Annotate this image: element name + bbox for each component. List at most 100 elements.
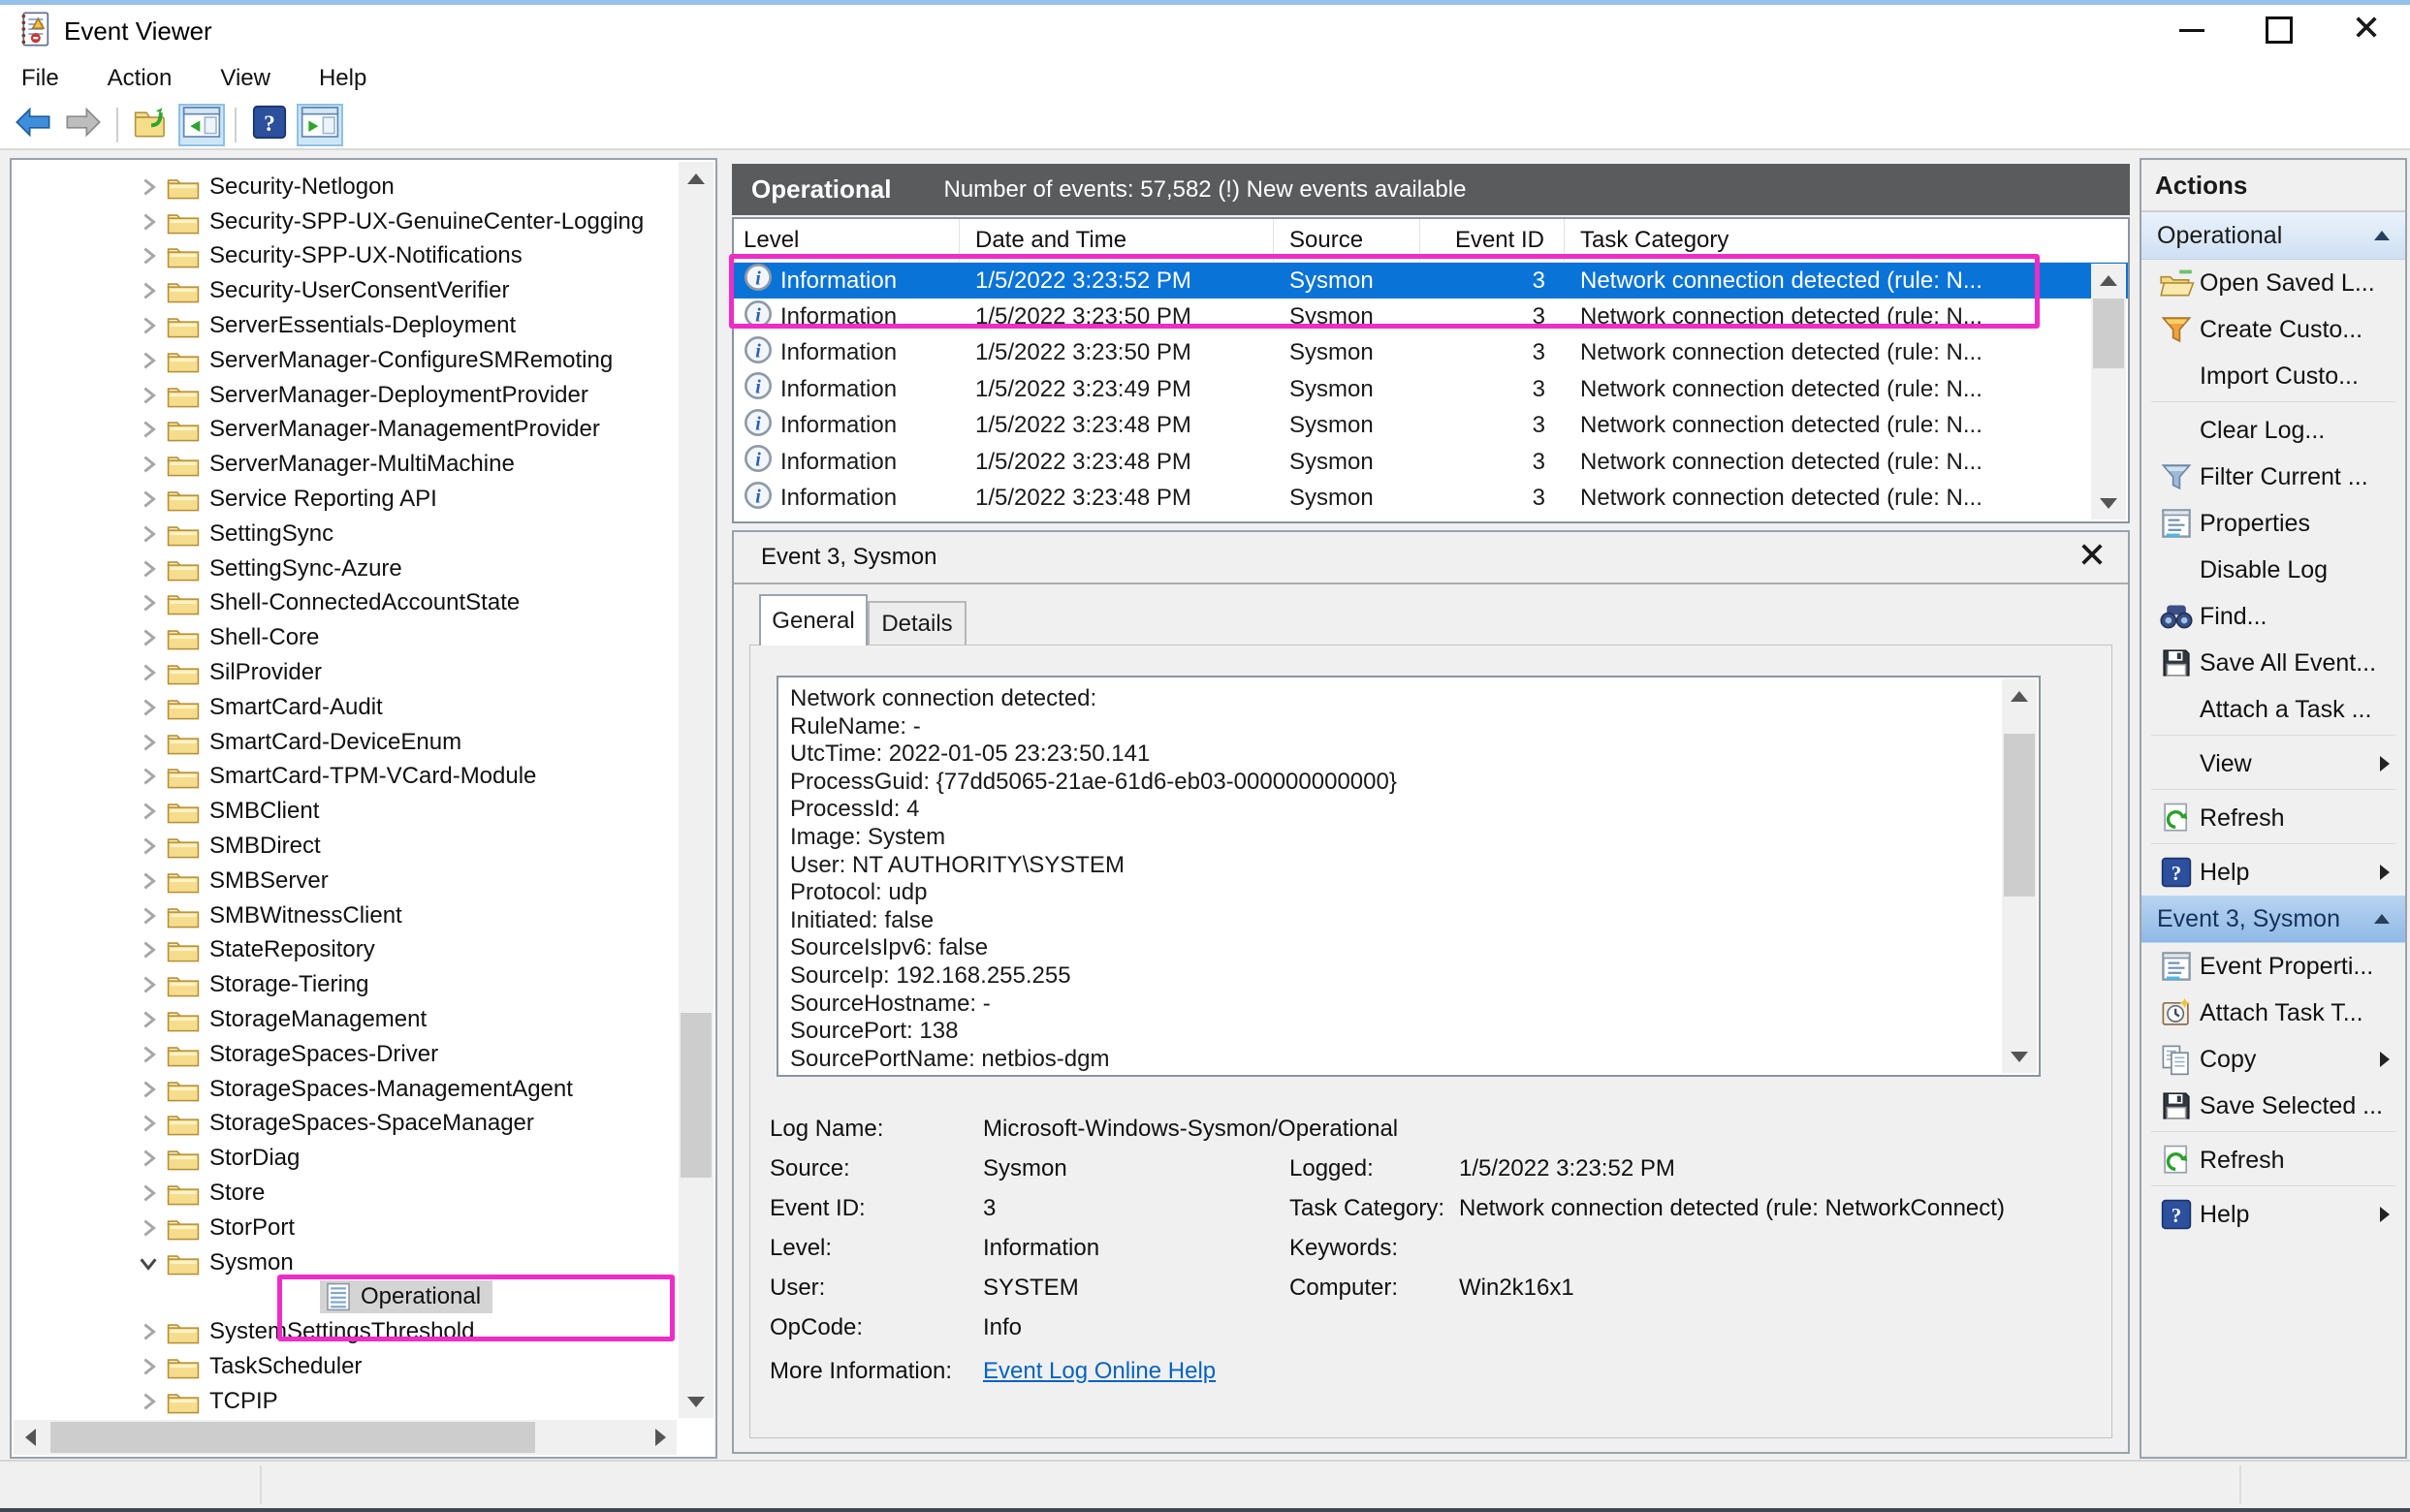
menu-file[interactable]: File: [21, 65, 59, 92]
tree-item-storage-tiering[interactable]: Storage-Tiering: [12, 967, 677, 1002]
column-header-date[interactable]: Date and Time: [960, 219, 1274, 262]
tree-item-smbclient[interactable]: SMBClient: [12, 794, 677, 829]
action-copy[interactable]: Copy: [2141, 1036, 2405, 1083]
back-arrow-button[interactable]: [10, 104, 56, 146]
action-event-properti-[interactable]: Event Properti...: [2141, 943, 2405, 990]
chevron-right-icon[interactable]: [138, 245, 167, 267]
action-import-custo-[interactable]: Import Custo...: [2141, 353, 2405, 399]
event-row[interactable]: iInformation1/5/2022 3:23:50 PMSysmon3Ne…: [734, 335, 2128, 371]
tree-scroll-left-icon[interactable]: [14, 1420, 47, 1455]
tree-item-storagespaces-driver[interactable]: StorageSpaces-Driver: [12, 1037, 677, 1072]
list-scrollbar-thumb[interactable]: [2093, 299, 2124, 368]
tree-item-settingsync[interactable]: SettingSync: [12, 517, 677, 551]
message-scrollbar-thumb[interactable]: [2004, 734, 2035, 897]
event-row[interactable]: iInformation1/5/2022 3:23:49 PMSysmon3Ne…: [734, 371, 2128, 407]
action-help[interactable]: ?Help: [2141, 1191, 2405, 1238]
action-open-saved-l-[interactable]: Open Saved L...: [2141, 260, 2405, 306]
chevron-right-icon[interactable]: [138, 766, 167, 787]
tree-item-storagespaces-spacemanager[interactable]: StorageSpaces-SpaceManager: [12, 1107, 677, 1142]
detail-close-icon[interactable]: [2079, 542, 2105, 574]
chevron-right-icon[interactable]: [138, 558, 167, 580]
action-create-custo-[interactable]: Create Custo...: [2141, 306, 2405, 353]
tree-item-stordiag[interactable]: StorDiag: [12, 1141, 677, 1176]
action-attach-a-task-[interactable]: Attach a Task ...: [2141, 686, 2405, 733]
chevron-right-icon[interactable]: [138, 315, 167, 336]
event-message-box[interactable]: Network connection detected:RuleName: -U…: [777, 676, 2041, 1077]
tree-item-security-netlogon[interactable]: Security-Netlogon: [12, 170, 677, 205]
tree-item-security-userconsentverifier[interactable]: Security-UserConsentVerifier: [12, 273, 677, 308]
tree-item-shell-core[interactable]: Shell-Core: [12, 620, 677, 655]
chevron-right-icon[interactable]: [138, 905, 167, 927]
tree-item-servermanager-managementprovider[interactable]: ServerManager-ManagementProvider: [12, 413, 677, 448]
toggle-action-pane-button[interactable]: [297, 104, 343, 146]
chevron-right-icon[interactable]: [138, 1044, 167, 1065]
collapse-icon[interactable]: [2374, 914, 2390, 924]
event-row[interactable]: iInformation1/5/2022 3:23:48 PMSysmon3Ne…: [734, 480, 2128, 516]
chevron-right-icon[interactable]: [138, 1391, 167, 1412]
tree-item-sysmon[interactable]: Sysmon: [12, 1245, 677, 1280]
chevron-right-icon[interactable]: [138, 835, 167, 857]
chevron-right-icon[interactable]: [138, 801, 167, 822]
action-save-selected-[interactable]: Save Selected ...: [2141, 1083, 2405, 1129]
tree-item-service-reporting-api[interactable]: Service Reporting API: [12, 482, 677, 517]
tree-item-taskscheduler[interactable]: TaskScheduler: [12, 1349, 677, 1384]
tree-item-silprovider[interactable]: SilProvider: [12, 655, 677, 690]
list-scroll-down-icon[interactable]: [2091, 487, 2126, 520]
tree-item-settingsync-azure[interactable]: SettingSync-Azure: [12, 551, 677, 586]
chevron-right-icon[interactable]: [138, 1148, 167, 1169]
minimize-button[interactable]: [2148, 5, 2236, 55]
chevron-right-icon[interactable]: [138, 974, 167, 995]
action-refresh[interactable]: Refresh: [2141, 1137, 2405, 1183]
tree-item-security-spp-ux-notifications[interactable]: Security-SPP-UX-Notifications: [12, 239, 677, 274]
event-list-scrollbar[interactable]: [2091, 264, 2126, 520]
column-header-taskcategory[interactable]: Task Category: [1565, 219, 2091, 262]
tab-details[interactable]: Details: [868, 601, 967, 646]
chevron-right-icon[interactable]: [138, 488, 167, 510]
event-log-online-help-link[interactable]: Event Log Online Help: [983, 1358, 1216, 1385]
tree-item-smartcard-audit[interactable]: SmartCard-Audit: [12, 690, 677, 725]
chevron-right-icon[interactable]: [138, 870, 167, 892]
collapse-icon[interactable]: [2374, 231, 2390, 240]
chevron-right-icon[interactable]: [138, 1009, 167, 1030]
chevron-right-icon[interactable]: [138, 732, 167, 753]
tree-scrollbar-thumb[interactable]: [681, 1013, 712, 1178]
chevron-right-icon[interactable]: [138, 176, 167, 198]
message-scroll-down-icon[interactable]: [2002, 1040, 2037, 1073]
chevron-right-icon[interactable]: [138, 662, 167, 683]
event-row[interactable]: iInformation1/5/2022 3:23:48 PMSysmon3Ne…: [734, 408, 2128, 444]
tree-item-shell-connectedaccountstate[interactable]: Shell-ConnectedAccountState: [12, 586, 677, 621]
tree-item-security-spp-ux-genuinecenter-logging[interactable]: Security-SPP-UX-GenuineCenter-Logging: [12, 205, 677, 239]
tab-general[interactable]: General: [759, 594, 868, 646]
chevron-right-icon[interactable]: [138, 1217, 167, 1239]
actions-section-header[interactable]: Event 3, Sysmon: [2141, 896, 2405, 943]
chevron-right-icon[interactable]: [138, 1182, 167, 1204]
action-disable-log[interactable]: Disable Log: [2141, 547, 2405, 593]
action-filter-current-[interactable]: Filter Current ...: [2141, 454, 2405, 500]
action-help[interactable]: ?Help: [2141, 849, 2405, 896]
message-scroll-up-icon[interactable]: [2002, 679, 2037, 712]
chevron-right-icon[interactable]: [138, 523, 167, 545]
list-scroll-up-icon[interactable]: [2091, 264, 2126, 297]
tree-item-staterepository[interactable]: StateRepository: [12, 933, 677, 968]
tree-item-servermanager-multimachine[interactable]: ServerManager-MultiMachine: [12, 447, 677, 482]
actions-section-header[interactable]: Operational: [2141, 212, 2405, 260]
tree-item-serveressentials-deployment[interactable]: ServerEssentials-Deployment: [12, 308, 677, 343]
tree-item-servermanager-configuresmremoting[interactable]: ServerManager-ConfigureSMRemoting: [12, 343, 677, 378]
tree-item-systemsettingsthreshold[interactable]: SystemSettingsThreshold: [12, 1314, 677, 1349]
chevron-right-icon[interactable]: [138, 1356, 167, 1377]
tree-scroll-up-icon[interactable]: [679, 162, 713, 195]
chevron-right-icon[interactable]: [138, 211, 167, 233]
event-row[interactable]: iInformation1/5/2022 3:23:52 PMSysmon3Ne…: [734, 263, 2128, 299]
tree-item-smartcard-deviceenum[interactable]: SmartCard-DeviceEnum: [12, 725, 677, 760]
tree-hscrollbar-thumb[interactable]: [50, 1422, 535, 1453]
tree-vertical-scrollbar[interactable]: [679, 162, 713, 1418]
chevron-right-icon[interactable]: [138, 697, 167, 718]
tree-item-smbserver[interactable]: SMBServer: [12, 864, 677, 898]
toggle-console-tree-button[interactable]: [178, 104, 225, 146]
chevron-right-icon[interactable]: [138, 939, 167, 961]
event-row[interactable]: iInformation1/5/2022 3:23:50 PMSysmon3Ne…: [734, 299, 2128, 334]
menu-view[interactable]: View: [220, 65, 270, 92]
action-save-all-event-[interactable]: Save All Event...: [2141, 640, 2405, 686]
chevron-right-icon[interactable]: [138, 419, 167, 440]
chevron-right-icon[interactable]: [138, 1321, 167, 1342]
